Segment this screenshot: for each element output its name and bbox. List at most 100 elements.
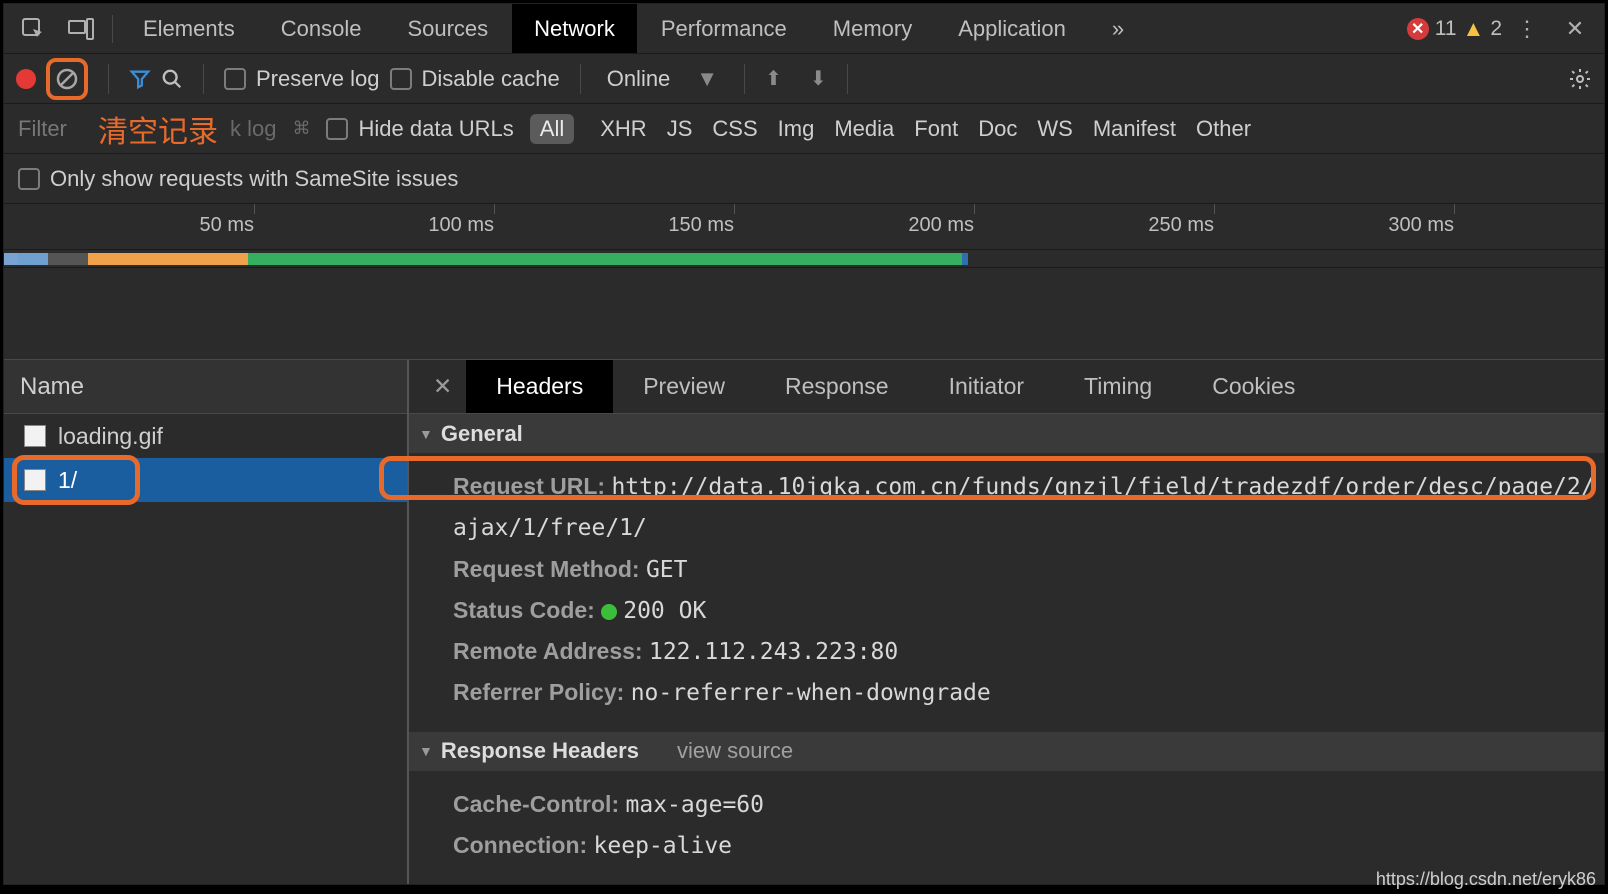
tab-network[interactable]: Network: [512, 4, 637, 53]
close-detail-icon[interactable]: ✕: [419, 373, 466, 400]
filter-type-css[interactable]: CSS: [712, 116, 757, 141]
timeline-tick: 100 ms: [428, 214, 494, 237]
filter-type-other[interactable]: Other: [1196, 116, 1251, 141]
timeline-overview[interactable]: [4, 250, 1604, 268]
detail-tab-response[interactable]: Response: [755, 360, 919, 413]
main-tabrow: Elements Console Sources Network Perform…: [4, 4, 1604, 54]
request-name: loading.gif: [58, 423, 163, 450]
filter-type-xhr[interactable]: XHR: [600, 116, 646, 141]
remote-address-value: 122.112.243.223:80: [649, 639, 898, 665]
checkbox-icon: [18, 168, 40, 190]
upload-har-icon[interactable]: ⬆: [765, 66, 782, 91]
network-toolbar: Preserve log Disable cache Online ▼ ⬆ ⬇: [4, 54, 1604, 104]
error-badges[interactable]: ✕ 11 ▲ 2: [1407, 16, 1502, 42]
inspect-icon[interactable]: [10, 10, 56, 48]
tab-memory[interactable]: Memory: [811, 4, 934, 53]
tab-performance[interactable]: Performance: [639, 4, 809, 53]
throttling-dropdown[interactable]: Online ▼: [601, 66, 724, 92]
detail-tab-headers[interactable]: Headers: [466, 360, 613, 413]
chevron-down-icon: ▼: [696, 66, 718, 92]
status-dot-icon: [601, 604, 617, 620]
file-icon: [24, 425, 46, 447]
disable-cache-checkbox[interactable]: Disable cache: [390, 66, 560, 92]
filter-type-font[interactable]: Font: [914, 116, 958, 141]
request-url-label: Request URL:: [453, 473, 605, 499]
request-list: loading.gif 1/: [4, 414, 407, 884]
annotation-clear-label: 清空记录: [98, 107, 218, 151]
view-source-link[interactable]: view source: [677, 738, 793, 764]
section-response-headers[interactable]: ▼ Response Headers view source: [409, 732, 1604, 772]
timeline-spacer: [4, 268, 1604, 360]
grey-suffix: k log: [230, 116, 276, 142]
timeline-tick: 150 ms: [668, 214, 734, 237]
request-method-label: Request Method:: [453, 556, 640, 582]
error-icon: ✕: [1407, 18, 1429, 40]
throttling-value: Online: [607, 66, 671, 92]
samesite-row: Only show requests with SameSite issues: [4, 154, 1604, 204]
request-detail-pane: ✕ Headers Preview Response Initiator Tim…: [409, 360, 1604, 884]
preserve-log-checkbox[interactable]: Preserve log: [224, 66, 380, 92]
samesite-label: Only show requests with SameSite issues: [50, 166, 458, 192]
timeline-tick: 200 ms: [908, 214, 974, 237]
filter-type-media[interactable]: Media: [834, 116, 894, 141]
filter-type-img[interactable]: Img: [778, 116, 815, 141]
tab-application[interactable]: Application: [936, 4, 1088, 53]
filter-input[interactable]: Filter: [18, 116, 88, 142]
watermark: https://blog.csdn.net/eryk86: [1376, 869, 1596, 890]
hide-data-urls-label: Hide data URLs: [358, 116, 513, 142]
request-url-value: http://data.10jqka.com.cn/funds/gnzjl/fi…: [453, 474, 1595, 541]
detail-tab-initiator[interactable]: Initiator: [919, 360, 1054, 413]
caret-down-icon: ▼: [419, 426, 433, 442]
caret-down-icon: ▼: [419, 743, 433, 759]
samesite-checkbox[interactable]: Only show requests with SameSite issues: [18, 166, 458, 192]
status-code-value: 200 OK: [623, 598, 706, 624]
filter-chip-all[interactable]: All: [530, 114, 574, 144]
filter-toggle-icon[interactable]: [129, 68, 151, 90]
download-har-icon[interactable]: ⬇: [810, 66, 827, 91]
filter-type-js[interactable]: JS: [667, 116, 693, 141]
filter-row: Filter 清空记录 k log ⌘ Hide data URLs All X…: [4, 104, 1604, 154]
request-row[interactable]: loading.gif: [4, 414, 407, 458]
request-name: 1/: [58, 467, 77, 494]
checkbox-icon: [326, 118, 348, 140]
devtools-root: Elements Console Sources Network Perform…: [4, 4, 1604, 884]
filter-types: XHR JS CSS Img Media Font Doc WS Manifest Other: [590, 116, 1261, 142]
tab-sources[interactable]: Sources: [385, 4, 510, 53]
warning-icon: ▲: [1463, 16, 1485, 42]
kebab-menu-icon[interactable]: ⋮: [1504, 10, 1550, 48]
tab-console[interactable]: Console: [259, 4, 384, 53]
timeline-tick: 300 ms: [1388, 214, 1454, 237]
detail-tab-cookies[interactable]: Cookies: [1182, 360, 1325, 413]
filter-type-manifest[interactable]: Manifest: [1093, 116, 1176, 141]
detail-tab-preview[interactable]: Preview: [613, 360, 755, 413]
close-devtools-icon[interactable]: ✕: [1552, 10, 1598, 48]
tab-elements[interactable]: Elements: [121, 4, 257, 53]
cache-control-value: max-age=60: [626, 792, 764, 818]
connection-value: keep-alive: [594, 833, 732, 859]
detail-tab-timing[interactable]: Timing: [1054, 360, 1182, 413]
timeline-ruler[interactable]: 50 ms100 ms150 ms200 ms250 ms300 ms: [4, 204, 1604, 250]
referrer-policy-value: no-referrer-when-downgrade: [631, 680, 991, 706]
request-method-value: GET: [646, 557, 688, 583]
column-header-name[interactable]: Name: [4, 360, 407, 414]
request-list-pane: Name loading.gif 1/: [4, 360, 409, 884]
status-code-label: Status Code:: [453, 597, 595, 623]
filter-type-ws[interactable]: WS: [1037, 116, 1072, 141]
disable-cache-label: Disable cache: [422, 66, 560, 92]
clear-button[interactable]: [46, 58, 88, 100]
settings-gear-icon[interactable]: [1568, 67, 1592, 91]
warning-count: 2: [1490, 17, 1502, 41]
tab-more[interactable]: »: [1090, 4, 1146, 53]
remote-address-label: Remote Address:: [453, 638, 643, 664]
device-toggle-icon[interactable]: [58, 10, 104, 48]
section-general[interactable]: ▼ General: [409, 414, 1604, 454]
referrer-policy-label: Referrer Policy:: [453, 679, 624, 705]
filter-type-doc[interactable]: Doc: [978, 116, 1017, 141]
record-button[interactable]: [16, 69, 36, 89]
detail-tabs: ✕ Headers Preview Response Initiator Tim…: [409, 360, 1604, 414]
split-pane: Name loading.gif 1/ ✕ Headers Preview Re…: [4, 360, 1604, 884]
timeline-tick: 250 ms: [1148, 214, 1214, 237]
search-icon[interactable]: [161, 68, 183, 90]
hide-data-urls-checkbox[interactable]: Hide data URLs: [326, 116, 513, 142]
request-row-selected[interactable]: 1/: [4, 458, 407, 502]
